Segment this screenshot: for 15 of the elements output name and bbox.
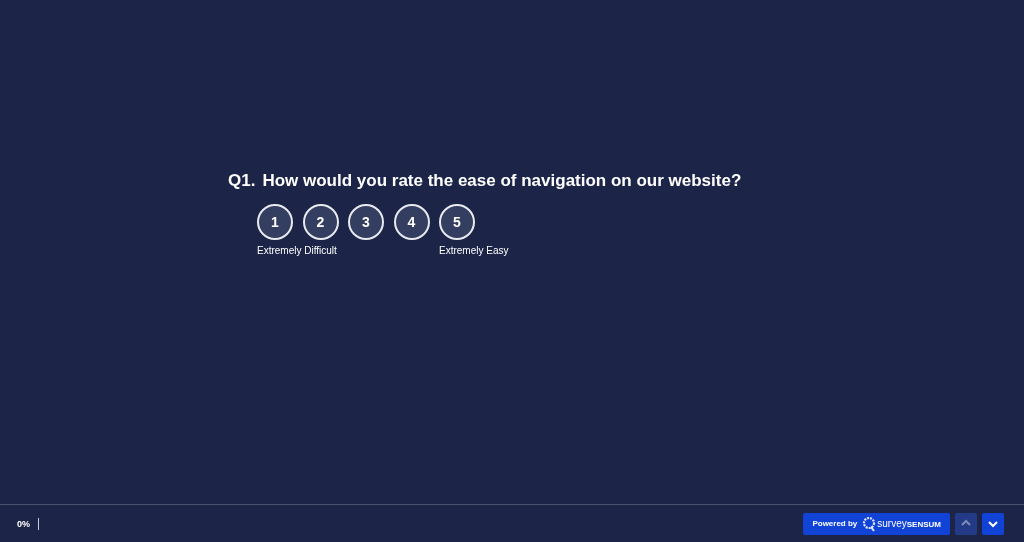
scale-min-label: Extremely Difficult [257,244,337,257]
logo-icon [862,515,877,532]
brand-name: surveySENSUM [877,518,941,529]
chevron-down-icon [986,518,1000,529]
rating-option[interactable]: 5 [439,204,475,240]
scroll-down-button[interactable] [982,512,1004,535]
progress-percent: 0% [17,518,30,529]
question-text: How would you rate the ease of navigation on our website? [262,171,742,191]
scale-max-label: Extremely Easy [439,244,509,257]
rating-option[interactable]: 1 [257,204,293,240]
powered-by-button[interactable]: Powered by surveySENSUM [803,512,950,535]
rating-option[interactable]: 2 [302,204,339,240]
rating-option[interactable]: 3 [348,204,384,240]
rating-option[interactable]: 4 [393,204,430,240]
question-number: Q1. [228,171,256,191]
